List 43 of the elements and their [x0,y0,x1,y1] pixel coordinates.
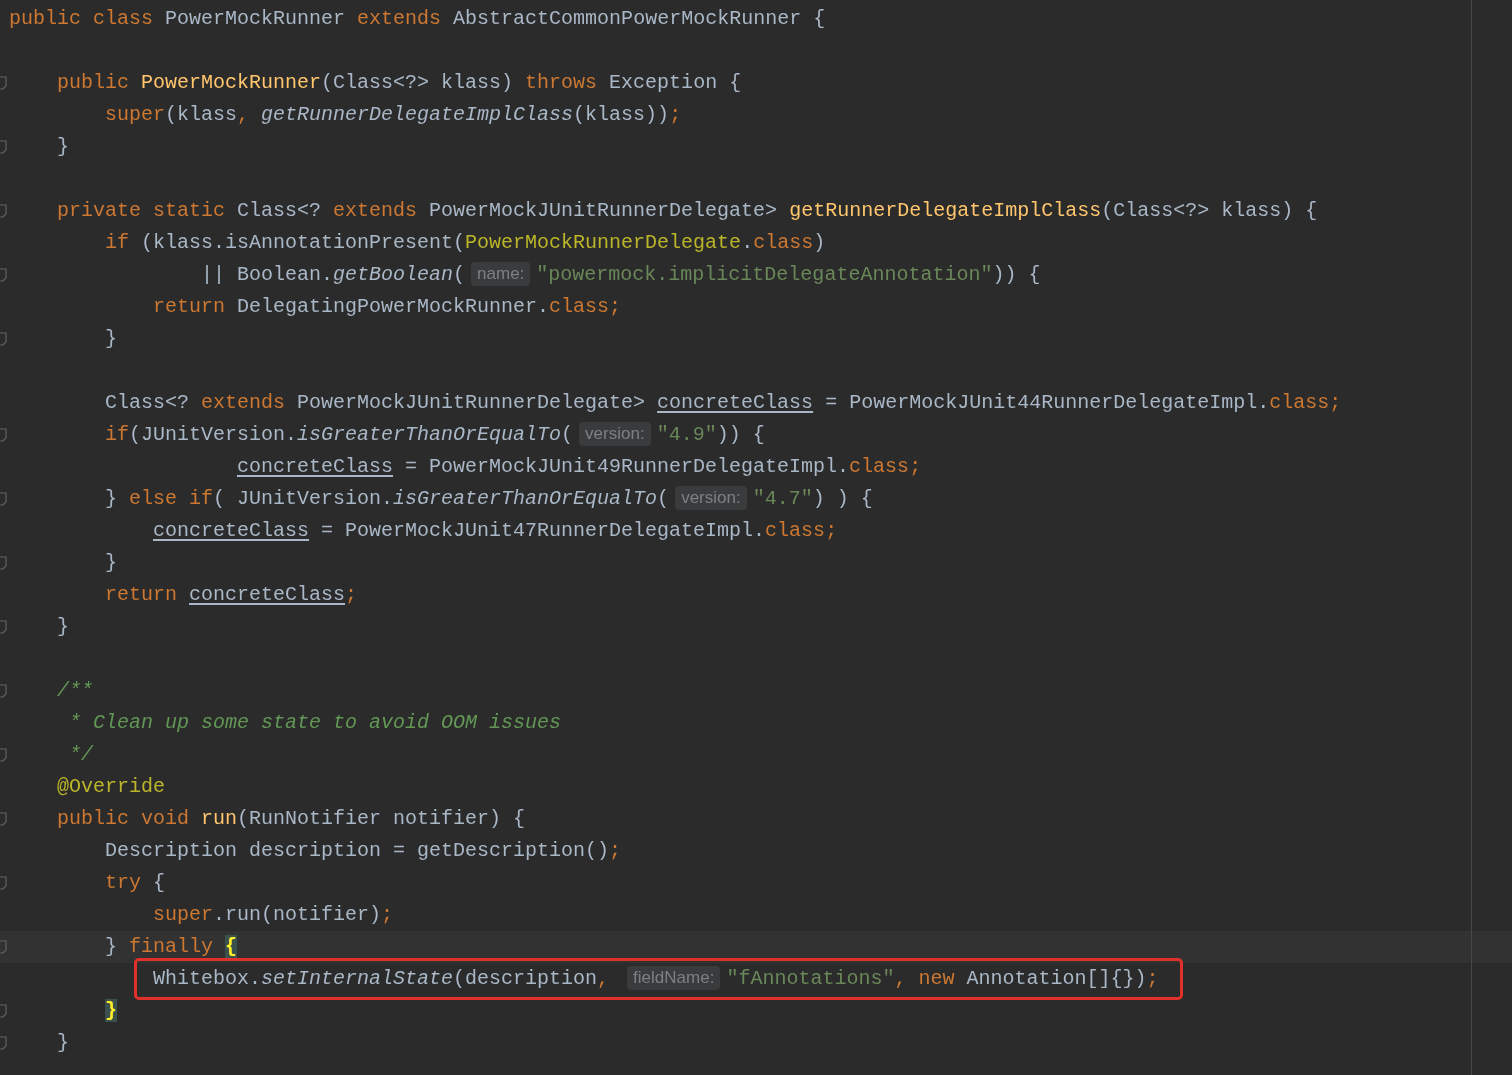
code-line: || Boolean.getBoolean( name: "powermock.implicitDelegateAnnotation")) { [201,261,1041,288]
fold-marker-icon[interactable] [0,492,7,506]
fold-marker-icon[interactable] [0,1004,7,1018]
code-line: super(klass, getRunnerDelegateImplClass(klass)); [105,102,682,128]
code-line: if(JUnitVersion.isGreaterThanOrEqualTo( version: "4.9")) { [105,421,765,448]
fold-marker-icon[interactable] [0,76,7,90]
fold-marker-icon[interactable] [0,204,7,218]
fold-marker-icon[interactable] [0,940,7,954]
code-line: try { [105,870,166,896]
fold-marker-icon[interactable] [0,140,7,154]
fold-marker-icon[interactable] [0,684,7,698]
code-line: } [105,326,117,352]
code-line: Class<? extends PowerMockJUnitRunnerDelegate> concreteClass = PowerMockJUnit44RunnerDelegateImpl.class; [105,390,1342,416]
code-line: super.run(notifier); [153,902,394,928]
code-line: return DelegatingPowerMockRunner.class; [153,294,622,320]
code-line: if (klass.isAnnotationPresent(PowerMockRunnerDelegate.class) [105,230,826,256]
fold-marker-icon[interactable] [0,268,7,282]
code-line: /** [57,678,93,704]
fold-marker-icon[interactable] [0,748,7,762]
code-line: @Override [57,774,166,800]
code-line: public class PowerMockRunner extends AbstractCommonPowerMockRunner { [9,6,826,32]
fold-marker-icon[interactable] [0,332,7,346]
code-line: } [105,550,117,576]
code-line: } [57,1030,69,1056]
code-line: } [57,134,69,160]
fold-marker-icon[interactable] [0,1036,7,1050]
fold-marker-icon[interactable] [0,556,7,570]
code-line: * Clean up some state to avoid OOM issues [69,710,562,736]
fold-marker-icon[interactable] [0,428,7,442]
code-line: } [57,614,69,640]
fold-marker-icon[interactable] [0,876,7,890]
code-line: Description description = getDescription(); [105,838,622,864]
code-line: concreteClass = PowerMockJUnit47RunnerDelegateImpl.class; [153,518,838,544]
code-line: */ [69,742,93,768]
code-line: return concreteClass; [105,582,358,608]
code-line: concreteClass = PowerMockJUnit49RunnerDelegateImpl.class; [237,454,922,480]
code-line: private static Class<? extends PowerMockJUnitRunnerDelegate> getRunnerDelegateImplClass(Class<?> klass) { [57,198,1318,224]
code-line: } finally { [105,934,238,960]
code-line: public void run(RunNotifier notifier) { [57,806,526,832]
fold-marker-icon[interactable] [0,620,7,634]
code-line: public PowerMockRunner(Class<?> klass) throws Exception { [57,70,742,96]
fold-marker-icon[interactable] [0,812,7,826]
code-line: } else if( JUnitVersion.isGreaterThanOrEqualTo( version: "4.7") ) { [105,485,873,512]
